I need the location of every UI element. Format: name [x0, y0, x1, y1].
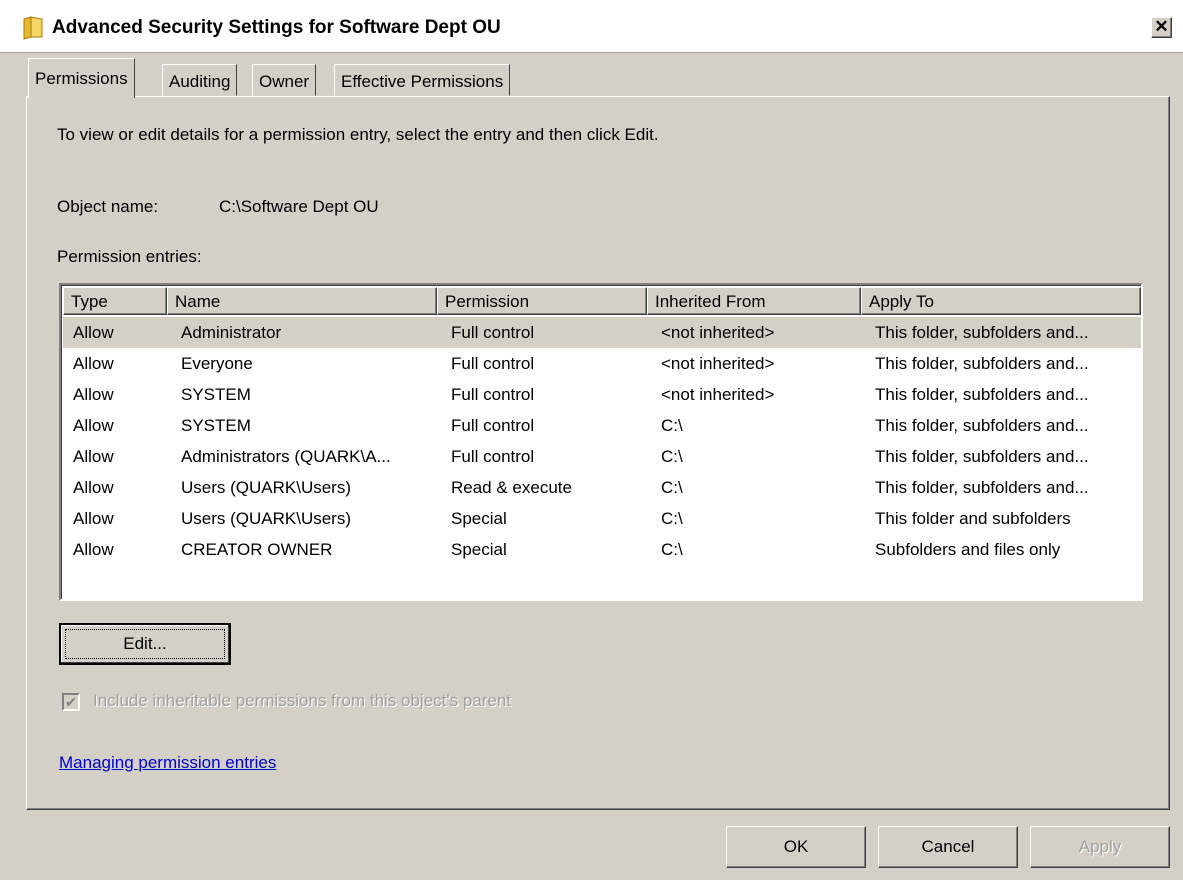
- cancel-button[interactable]: Cancel: [878, 826, 1018, 868]
- cell-inherited-from: C:\: [661, 478, 683, 497]
- tab-permissions-label: Permissions: [35, 69, 128, 88]
- cell-permission: Full control: [451, 354, 535, 373]
- table-row[interactable]: Allow Users (QUARK\Users) Read & execute C:…: [63, 472, 1141, 503]
- edit-button[interactable]: Edit...: [59, 623, 231, 665]
- cell-inherited-from: <not inherited>: [661, 354, 775, 373]
- cell-type: Allow: [73, 323, 114, 342]
- cell-apply-to: This folder, subfolders and...: [875, 478, 1089, 497]
- security-settings-dialog: Advanced Security Settings for Software …: [0, 0, 1183, 880]
- cell-type: Allow: [73, 540, 114, 559]
- column-type[interactable]: Type: [63, 287, 167, 315]
- table-row[interactable]: Allow Everyone Full control <not inherited>…: [63, 348, 1141, 379]
- cell-type: Allow: [73, 354, 114, 373]
- ok-button-label: OK: [783, 837, 809, 856]
- table-row[interactable]: Allow SYSTEM Full control <not inherited> Th…: [63, 379, 1141, 410]
- close-icon: ✕: [1154, 17, 1169, 36]
- tab-permissions[interactable]: Permissions: [28, 58, 135, 98]
- cell-inherited-from: C:\: [661, 447, 683, 466]
- cell-apply-to: This folder and subfolders: [875, 509, 1071, 528]
- object-name-label: Object name:: [57, 197, 159, 216]
- cell-inherited-from: C:\: [661, 540, 683, 559]
- table-row[interactable]: Allow CREATOR OWNER Special C:\ Subfolders a…: [63, 534, 1141, 565]
- cell-type: Allow: [73, 447, 114, 466]
- cell-inherited-from: <not inherited>: [661, 385, 775, 404]
- apply-button-label: Apply: [1078, 837, 1122, 856]
- tab-effective-permissions[interactable]: Effective Permissions: [334, 64, 511, 96]
- focus-rectangle: [65, 629, 225, 659]
- tab-owner[interactable]: Owner: [252, 64, 317, 96]
- cell-permission: Read & execute: [451, 478, 572, 497]
- window-title: Advanced Security Settings for Software …: [52, 17, 501, 38]
- column-name[interactable]: Name: [167, 287, 437, 315]
- cell-apply-to: This folder, subfolders and...: [875, 354, 1089, 373]
- cell-name: Everyone: [181, 354, 253, 373]
- table-row[interactable]: Allow Administrators (QUARK\A... Full cont…: [63, 441, 1141, 472]
- table-row[interactable]: Allow SYSTEM Full control C:\ This folder, s…: [63, 410, 1141, 441]
- cell-inherited-from: C:\: [661, 509, 683, 528]
- cell-permission: Full control: [451, 323, 535, 342]
- cell-name: CREATOR OWNER: [181, 540, 333, 559]
- ok-button[interactable]: OK: [726, 826, 866, 868]
- table-row[interactable]: Allow Users (QUARK\Users) Special C:\ This f…: [63, 503, 1141, 534]
- instructions-text: To view or edit details for a permission…: [57, 125, 659, 144]
- cell-permission: Full control: [451, 416, 535, 435]
- cell-permission: Special: [451, 509, 507, 528]
- cell-apply-to: Subfolders and files only: [875, 540, 1061, 559]
- cell-apply-to: This folder, subfolders and...: [875, 447, 1089, 466]
- tab-auditing-label: Auditing: [169, 72, 231, 91]
- cancel-button-label: Cancel: [921, 837, 975, 856]
- inherit-checkbox-label: Include inheritable permissions from thi…: [93, 691, 512, 710]
- column-permission[interactable]: Permission: [437, 287, 647, 315]
- column-inherited-from[interactable]: Inherited From: [647, 287, 861, 315]
- permission-entries-list[interactable]: Type Name Permission Inherited From Appl…: [59, 283, 1143, 601]
- cell-name: SYSTEM: [181, 385, 251, 404]
- cell-type: Allow: [73, 509, 114, 528]
- table-row[interactable]: Allow Administrator Full control <not inher…: [63, 317, 1141, 348]
- title-bar: Advanced Security Settings for Software …: [0, 0, 1183, 53]
- cell-type: Allow: [73, 385, 114, 404]
- cell-name: Users (QUARK\Users): [181, 509, 352, 528]
- object-name-value: C:\Software Dept OU: [219, 197, 379, 216]
- tab-owner-label: Owner: [259, 72, 310, 91]
- tab-auditing[interactable]: Auditing: [162, 64, 238, 96]
- cell-type: Allow: [73, 478, 114, 497]
- cell-inherited-from: <not inherited>: [661, 323, 775, 342]
- cell-type: Allow: [73, 416, 114, 435]
- cell-inherited-from: C:\: [661, 416, 683, 435]
- cell-permission: Full control: [451, 447, 535, 466]
- inherit-checkbox[interactable]: ✔: [62, 693, 80, 711]
- cell-permission: Full control: [451, 385, 535, 404]
- cell-apply-to: This folder, subfolders and...: [875, 385, 1089, 404]
- apply-button[interactable]: Apply: [1030, 826, 1170, 868]
- folder-icon: [23, 16, 43, 40]
- column-apply-to[interactable]: Apply To: [861, 287, 1141, 315]
- cell-name: Users (QUARK\Users): [181, 478, 352, 497]
- cell-name: Administrators (QUARK\A...: [181, 447, 391, 466]
- close-button[interactable]: ✕: [1151, 17, 1172, 38]
- cell-apply-to: This folder, subfolders and...: [875, 323, 1089, 342]
- list-header: Type Name Permission Inherited From Appl…: [63, 287, 1141, 315]
- cell-name: Administrator: [181, 323, 282, 342]
- cell-apply-to: This folder, subfolders and...: [875, 416, 1089, 435]
- cell-name: SYSTEM: [181, 416, 251, 435]
- tab-effective-permissions-label: Effective Permissions: [341, 72, 504, 91]
- permission-entries-label: Permission entries:: [57, 247, 202, 266]
- cell-permission: Special: [451, 540, 507, 559]
- permissions-panel: To view or edit details for a permission…: [26, 96, 1170, 810]
- managing-permissions-link[interactable]: Managing permission entries: [59, 753, 276, 773]
- checkmark-icon: ✔: [65, 694, 77, 710]
